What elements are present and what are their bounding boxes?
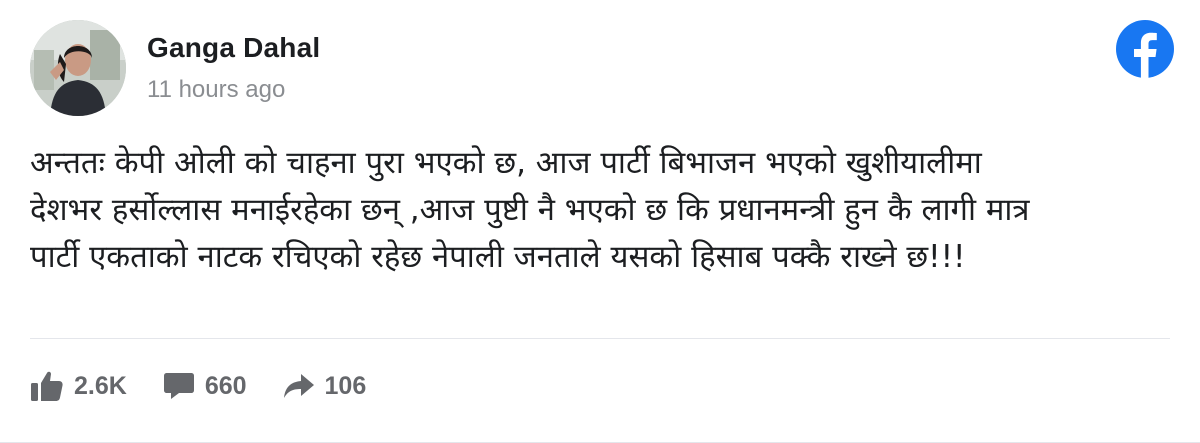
avatar-photo: [30, 20, 126, 116]
author-avatar[interactable]: [30, 20, 126, 116]
post-text: अन्ततः केपी ओली को चाहना पुरा भएको छ, आज…: [30, 145, 1030, 275]
facebook-icon[interactable]: [1116, 20, 1174, 78]
share-arrow-icon: [283, 374, 314, 398]
likes-count: 2.6K: [74, 371, 127, 400]
comments-stat[interactable]: 660: [163, 371, 247, 401]
likes-stat[interactable]: 2.6K: [30, 370, 127, 402]
author-name[interactable]: Ganga Dahal: [147, 32, 320, 64]
engagement-bar: 2.6K 660 106: [30, 364, 402, 408]
facebook-post-card: Ganga Dahal 11 hours ago अन्ततः केपी ओली…: [0, 0, 1200, 443]
shares-count: 106: [324, 371, 367, 400]
comment-icon: [163, 373, 194, 399]
shares-stat[interactable]: 106: [283, 371, 367, 401]
post-timestamp[interactable]: 11 hours ago: [147, 76, 285, 104]
divider: [30, 338, 1170, 339]
thumbs-up-icon: [31, 371, 63, 401]
comments-count: 660: [204, 371, 247, 400]
